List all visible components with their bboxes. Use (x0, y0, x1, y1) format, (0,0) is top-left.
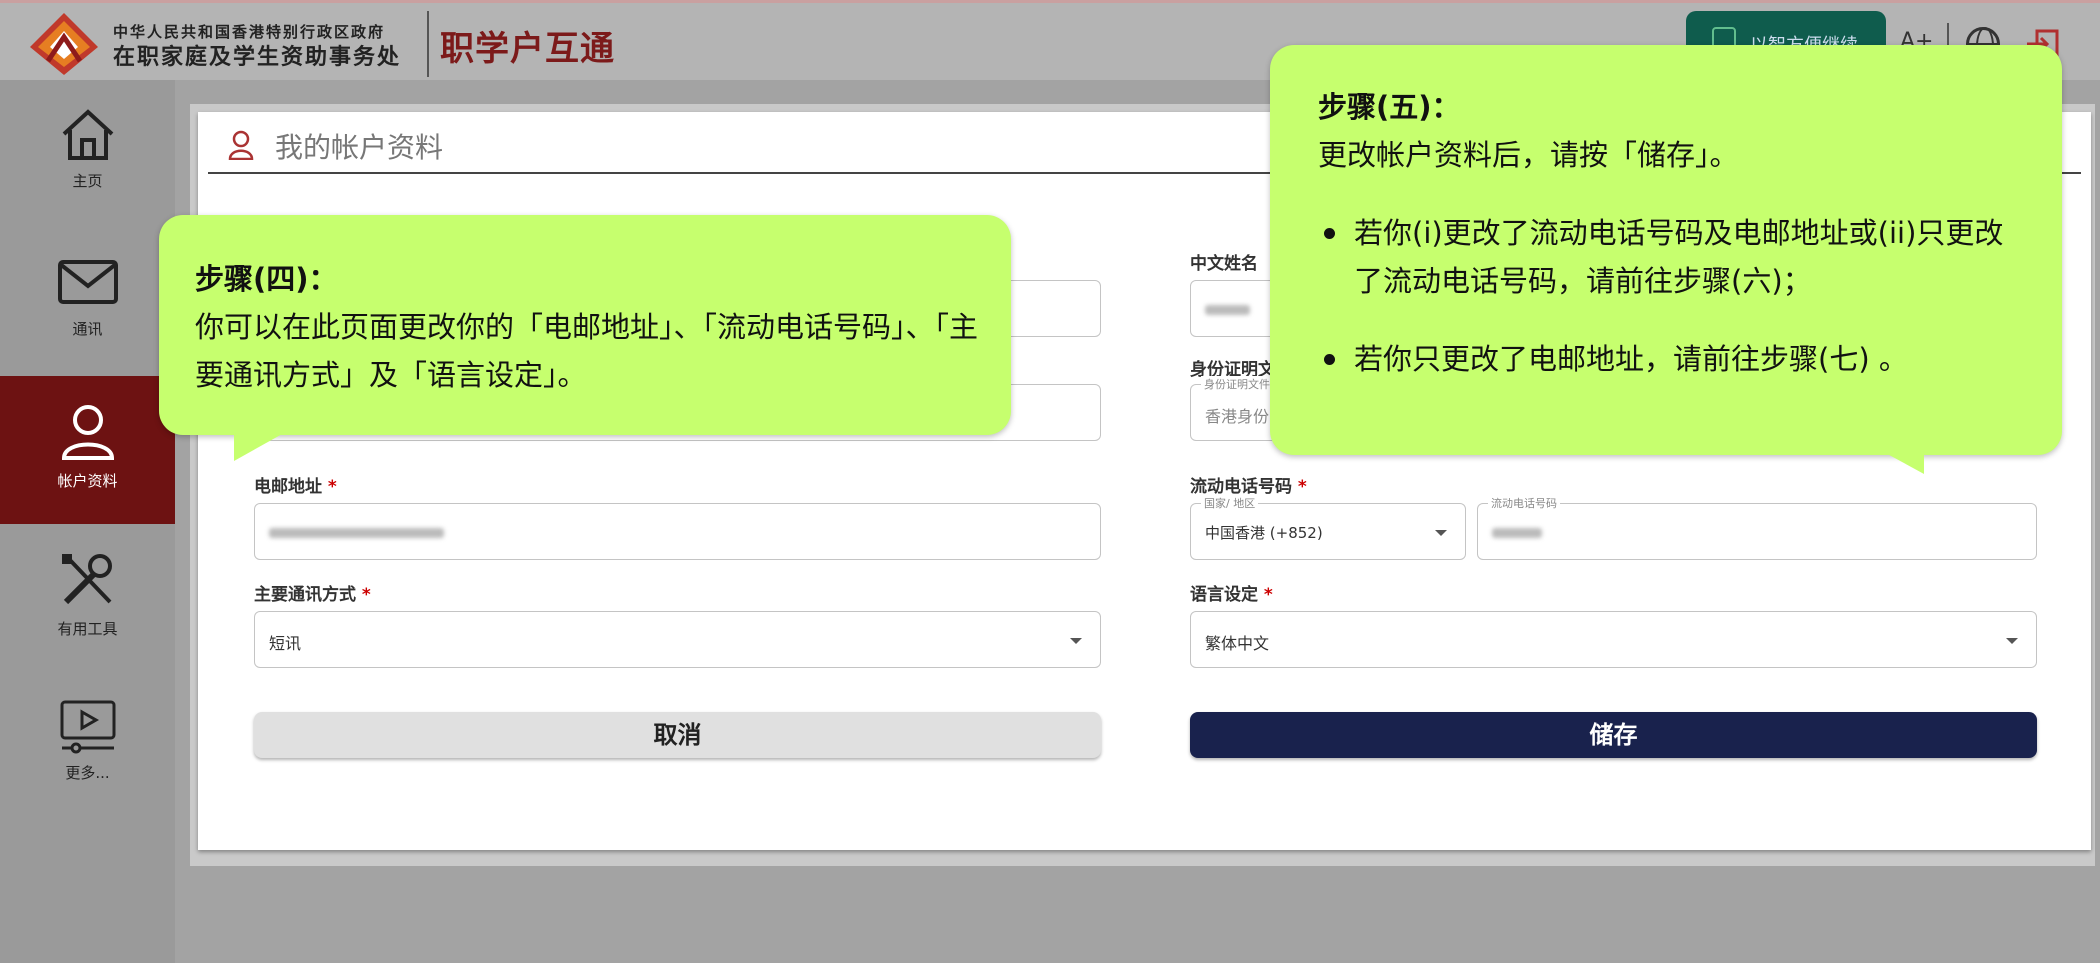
chevron-down-icon (1435, 530, 1447, 536)
contact-method-value: 短讯 (269, 634, 302, 653)
mail-icon (57, 260, 118, 304)
sidebar-item-more[interactable]: 更多... (0, 672, 175, 820)
region-value: 中国香港 (+852) (1205, 524, 1323, 542)
sidebar-item-label: 帐户资料 (57, 472, 118, 490)
language-value: 繁体中文 (1205, 634, 1270, 653)
email-field[interactable] (254, 503, 1101, 560)
contact-method-select[interactable]: 短讯 (254, 611, 1101, 668)
wfsfaa-logo-icon (30, 13, 98, 75)
sidebar-item-tools[interactable]: 有用工具 (0, 524, 175, 672)
mobile-number-field[interactable]: 流动电话号码 (1477, 495, 2037, 560)
sidebar-item-label: 通讯 (72, 320, 103, 338)
callout-tail (1880, 450, 1924, 474)
user-icon (61, 405, 114, 460)
callout-tail (234, 433, 284, 461)
callout-step-5-bullet: 若你只更改了电邮地址，请前往步骤(七) 。 (1318, 335, 2018, 383)
region-float-label: 国家/ 地区 (1201, 495, 1259, 511)
chinese-name-value-blurred (1205, 305, 1250, 315)
tools-icon (61, 554, 112, 605)
sidebar-item-label: 有用工具 (57, 620, 118, 638)
language-label: 语言设定 * (1190, 585, 1273, 605)
email-value-blurred (269, 528, 444, 538)
callout-step-4-heading: 步骤(四)： (195, 262, 338, 296)
account-user-icon (228, 130, 254, 160)
chinese-name-label: 中文姓名 (1190, 254, 1258, 274)
region-select[interactable]: 国家/ 地区 中国香港 (+852) (1190, 495, 1466, 560)
page-title: 我的帐户资料 (275, 131, 444, 164)
callout-step-4: 步骤(四)： 你可以在此页面更改你的「电邮地址」、「流动电话号码」、「主要通讯方… (159, 215, 1011, 461)
home-icon (62, 109, 113, 160)
id-doc-value: 香港身份 (1205, 407, 1270, 426)
chevron-down-icon (2006, 638, 2018, 644)
email-label: 电邮地址 * (254, 477, 337, 497)
chevron-down-icon (1070, 638, 1082, 644)
callout-step-5: 步骤(五)： 更改帐户资料后，请按「储存」。 若你(i)更改了流动电话号码及电邮… (1270, 45, 2062, 474)
bullet-text: 若你只更改了电邮地址，请前往步骤(七) 。 (1354, 342, 1908, 376)
sidebar-item-label: 主页 (72, 172, 103, 190)
callout-step-4-body: 你可以在此页面更改你的「电邮地址」、「流动电话号码」、「主要通讯方式」及「语言设… (195, 310, 979, 392)
bullet-dot (1324, 228, 1335, 239)
sidebar-item-messages[interactable]: 通讯 (0, 228, 175, 376)
header-divider (427, 11, 429, 77)
sidebar-item-account[interactable]: 帐户资料 (0, 376, 175, 524)
sidebar-item-home[interactable]: 主页 (0, 80, 175, 228)
bullet-text: 若你(i)更改了流动电话号码及电邮地址或(ii)只更改了流动电话号码，请前往步骤… (1354, 216, 2004, 298)
bullet-dot (1324, 354, 1335, 365)
save-button[interactable]: 储存 (1190, 712, 2037, 758)
id-doc-float-label: 身份证明文件 (1201, 376, 1273, 392)
contact-method-label: 主要通讯方式 * (254, 585, 371, 605)
mobile-number-value-blurred (1492, 528, 1542, 538)
callout-step-5-bullet: 若你(i)更改了流动电话号码及电邮地址或(ii)只更改了流动电话号码，请前往步骤… (1318, 209, 2018, 305)
sidebar: 主页 通讯 帐户资料 有用工具 更多... (0, 80, 175, 963)
sidebar-item-label: 更多... (65, 764, 110, 782)
cancel-button[interactable]: 取消 (254, 712, 1101, 758)
callout-step-5-heading: 步骤(五)： (1318, 90, 1461, 124)
app-name: 职学户互通 (440, 29, 615, 69)
dept-name-line2: 在职家庭及学生资助事务处 (113, 45, 402, 70)
language-select[interactable]: 繁体中文 (1190, 611, 2037, 668)
mobile-number-float-label: 流动电话号码 (1488, 495, 1560, 511)
callout-step-5-body: 更改帐户资料后，请按「储存」。 (1318, 138, 1739, 172)
mobile-label: 流动电话号码 * (1190, 477, 1307, 497)
video-icon (60, 700, 115, 754)
